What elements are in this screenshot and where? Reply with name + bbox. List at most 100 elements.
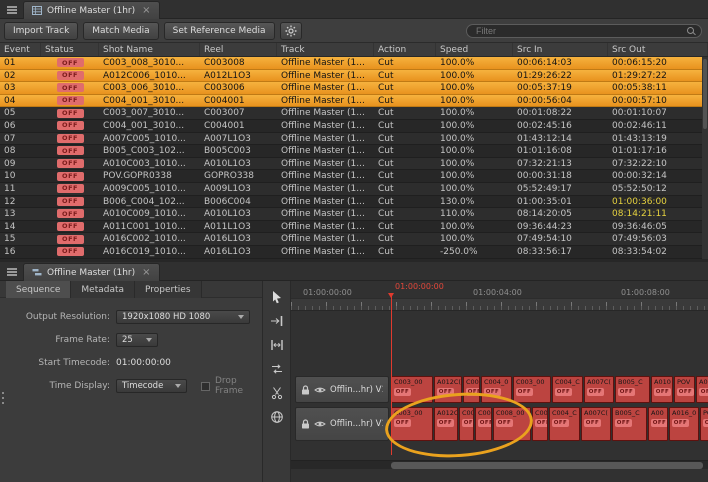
column-header-src-in[interactable]: Src In: [513, 43, 608, 56]
output-resolution-dropdown[interactable]: 1920x1080 HD 1080: [116, 310, 250, 324]
status-badge[interactable]: OFF: [57, 83, 84, 92]
table-row[interactable]: 04OFFC004_001_3010...C004001Offline Mast…: [0, 95, 708, 108]
column-header-shot-name[interactable]: Shot Name: [99, 43, 200, 56]
table-row[interactable]: 09OFFA010C003_1010...A010L1O3Offline Mas…: [0, 158, 708, 171]
match-media-button[interactable]: Match Media: [83, 22, 158, 40]
pointer-tool-icon[interactable]: [268, 289, 286, 304]
settings-button[interactable]: [280, 22, 302, 40]
timeline-clip[interactable]: C008_00OFF: [493, 407, 531, 441]
video-track-header[interactable]: Offlin...hr) V1: [295, 407, 389, 441]
column-header-event[interactable]: Event: [0, 43, 41, 56]
column-header-speed[interactable]: Speed: [436, 43, 513, 56]
drop-frame-checkbox[interactable]: [201, 382, 210, 391]
status-badge[interactable]: OFF: [57, 222, 84, 231]
table-row[interactable]: 05OFFC003_007_3010...C003007Offline Mast…: [0, 107, 708, 120]
timeline-clip[interactable]: C004_COFF: [549, 407, 580, 441]
timeline-clip[interactable]: C003_00OFF: [391, 376, 433, 403]
timeline-horizontal-scrollbar[interactable]: [291, 460, 708, 469]
panel-menu-icon[interactable]: [7, 6, 17, 8]
status-badge[interactable]: OFF: [57, 247, 84, 256]
timeline-clip[interactable]: B005_COFF: [612, 407, 647, 441]
slip-tool-icon[interactable]: [268, 361, 286, 376]
column-header-status[interactable]: Status: [41, 43, 99, 56]
time-display-dropdown[interactable]: Timecode: [116, 379, 187, 393]
tab-metadata[interactable]: Metadata: [71, 281, 135, 298]
table-row[interactable]: 12OFFB006_C004_102...B006C004Offline Mas…: [0, 196, 708, 209]
table-row[interactable]: 16OFFA016C019_1010...A016L1O3Offline Mas…: [0, 246, 708, 259]
timeline-clip[interactable]: A007C(OFF: [581, 407, 611, 441]
status-badge[interactable]: OFF: [57, 71, 84, 80]
table-row[interactable]: 06OFFC004_001_3010...C004001Offline Mast…: [0, 120, 708, 133]
status-badge[interactable]: OFF: [57, 197, 84, 206]
table-vertical-scrollbar[interactable]: [702, 57, 708, 259]
timeline-clip[interactable]: C00(OFF: [475, 407, 492, 441]
table-row[interactable]: 01OFFC003_008_3010...C003008Offline Mast…: [0, 57, 708, 70]
timeline-clip[interactable]: A00OFF: [696, 376, 708, 403]
table-row[interactable]: 03OFFC003_006_3010...C003006Offline Mast…: [0, 82, 708, 95]
lock-icon[interactable]: [301, 419, 310, 429]
table-row[interactable]: 10OFFPOV.GOPR0338GOPRO338Offline Master …: [0, 170, 708, 183]
status-badge[interactable]: OFF: [57, 235, 84, 244]
video-track-header[interactable]: Offlin...hr) V1: [295, 376, 389, 403]
table-row[interactable]: 02OFFA012C006_1010...A012L1O3Offline Mas…: [0, 70, 708, 83]
column-header-src-out[interactable]: Src Out: [608, 43, 708, 56]
tab-close-icon[interactable]: ×: [142, 6, 150, 16]
timeline-ruler[interactable]: [291, 298, 708, 311]
timeline-clip[interactable]: A012C(OFF: [434, 376, 462, 403]
table-row[interactable]: 14OFFA011C001_1010...A011L1O3Offline Mas…: [0, 221, 708, 234]
table-row[interactable]: 08OFFB005_C003_102...B005C003Offline Mas…: [0, 145, 708, 158]
column-header-track[interactable]: Track: [277, 43, 374, 56]
status-badge[interactable]: OFF: [57, 159, 84, 168]
status-badge[interactable]: OFF: [57, 209, 84, 218]
panel-menu-icon[interactable]: [7, 268, 17, 270]
set-reference-media-button[interactable]: Set Reference Media: [164, 22, 275, 40]
scrollbar-thumb[interactable]: [703, 59, 707, 129]
lock-icon[interactable]: [301, 385, 310, 395]
frame-rate-dropdown[interactable]: 25: [116, 333, 158, 347]
tab-offline-master-timeline[interactable]: Offline Master (1hr) ×: [23, 263, 160, 281]
tab-close-icon[interactable]: ×: [142, 268, 150, 278]
table-row[interactable]: 13OFFA010C009_1010...A010L1O3Offline Mas…: [0, 208, 708, 221]
timeline-clip[interactable]: POVOFF: [700, 407, 708, 441]
status-badge[interactable]: OFF: [57, 134, 84, 143]
status-badge[interactable]: OFF: [57, 109, 84, 118]
import-track-button[interactable]: Import Track: [4, 22, 78, 40]
column-header-action[interactable]: Action: [374, 43, 436, 56]
table-row[interactable]: 07OFFA007C005_1010...A007L1O3Offline Mas…: [0, 133, 708, 146]
status-badge[interactable]: OFF: [57, 146, 84, 155]
eye-icon[interactable]: [314, 386, 326, 394]
trim-tool-icon[interactable]: [268, 337, 286, 352]
timeline-clip[interactable]: A007C(OFF: [584, 376, 614, 403]
tab-properties[interactable]: Properties: [135, 281, 201, 298]
tab-sequence[interactable]: Sequence: [6, 281, 71, 298]
timeline-clip[interactable]: C004_COFF: [552, 376, 583, 403]
timeline-clip[interactable]: A010OFF: [651, 376, 673, 403]
timeline-clip[interactable]: POVOFF: [674, 376, 695, 403]
status-badge[interactable]: OFF: [57, 58, 84, 67]
filter-input[interactable]: [474, 25, 683, 37]
razor-tool-icon[interactable]: [268, 385, 286, 400]
eye-icon[interactable]: [314, 420, 326, 428]
status-badge[interactable]: OFF: [57, 96, 84, 105]
status-badge[interactable]: OFF: [57, 121, 84, 130]
timeline-clip[interactable]: C00OFF: [532, 407, 548, 441]
playhead[interactable]: [391, 293, 392, 455]
timeline-clip[interactable]: C00OFF: [463, 376, 480, 403]
timeline-clip[interactable]: A016_0OFF: [669, 407, 699, 441]
table-row[interactable]: 11OFFA009C005_1010...A009L1O3Offline Mas…: [0, 183, 708, 196]
splitter-handle[interactable]: [2, 392, 4, 394]
status-badge[interactable]: OFF: [57, 172, 84, 181]
timeline-clip[interactable]: B005_COFF: [615, 376, 650, 403]
status-badge[interactable]: OFF: [57, 184, 84, 193]
timeline-clip[interactable]: C004_0OFF: [481, 376, 512, 403]
timeline-clip[interactable]: C003_00OFF: [391, 407, 433, 441]
timeline-clip[interactable]: C00OFF: [459, 407, 474, 441]
scrollbar-thumb[interactable]: [391, 462, 703, 469]
globe-icon[interactable]: [268, 409, 286, 424]
table-row[interactable]: 15OFFA016C002_1010...A016L1O3Offline Mas…: [0, 233, 708, 246]
timeline-clip[interactable]: A012COFF: [434, 407, 458, 441]
timeline-clip[interactable]: C003_00OFF: [513, 376, 551, 403]
timeline-clip[interactable]: A00OFF: [648, 407, 668, 441]
join-tool-icon[interactable]: [268, 313, 286, 328]
column-header-reel[interactable]: Reel: [200, 43, 277, 56]
